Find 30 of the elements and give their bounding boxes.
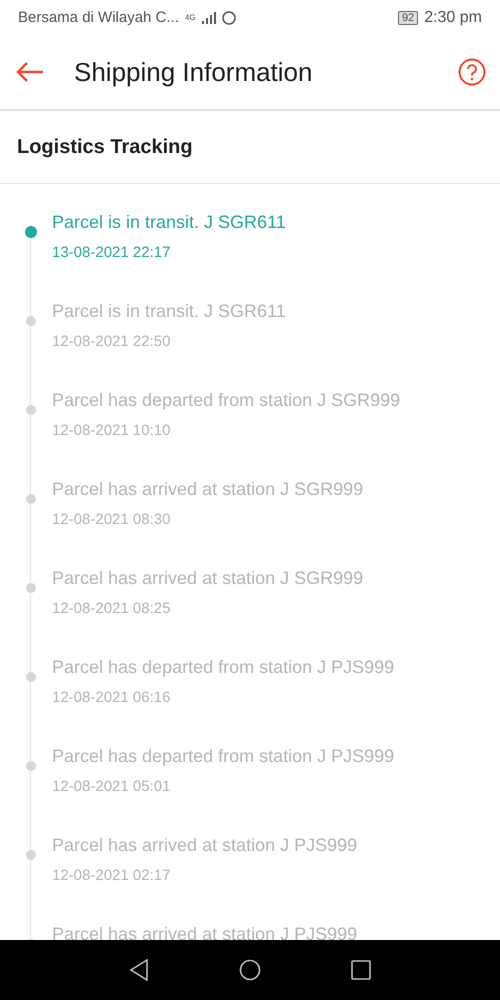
event-time: 12-08-2021 22:50 [52,333,172,350]
event-text: Parcel has arrived at station J PJS999 [52,924,358,945]
network-type: 4G [184,13,196,22]
recents-icon[interactable] [351,960,371,980]
back-icon[interactable] [16,62,44,82]
event-time: 12-08-2021 10:10 [52,422,172,439]
signal-icon [202,12,216,24]
event-time: 12-08-2021 02:17 [52,867,172,884]
event-text: Parcel has departed from station J SGR999 [52,390,400,411]
event-text: Parcel is in transit. J SGR611 [52,301,286,322]
event-time: 12-08-2021 06:16 [52,689,172,706]
back-nav-icon[interactable] [129,959,149,981]
help-icon[interactable] [458,58,486,86]
home-icon[interactable] [239,959,261,981]
battery-indicator: 92 [398,10,418,24]
carrier-name: Bersama di Wilayah C... [18,9,179,26]
event-time: 12-08-2021 05:01 [52,778,172,795]
event-text: Parcel has arrived at station J PJS999 [52,835,358,856]
event-text: Parcel has departed from station J PJS999 [52,746,394,767]
event-text: Parcel has arrived at station J SGR999 [52,568,364,589]
event-text: Parcel is in transit. J SGR611 [52,212,286,233]
page-title: Shipping Information [74,56,314,88]
clock: 2:30 pm [424,8,482,26]
event-text: Parcel has arrived at station J SGR999 [52,479,364,500]
event-time: 12-08-2021 08:30 [52,511,172,528]
event-time: 13-08-2021 22:17 [52,244,172,261]
section-title: Logistics Tracking [0,111,500,184]
loading-icon [222,10,236,24]
event-time: 12-08-2021 08:25 [52,600,172,617]
event-text: Parcel has departed from station J PJS999 [52,657,394,678]
